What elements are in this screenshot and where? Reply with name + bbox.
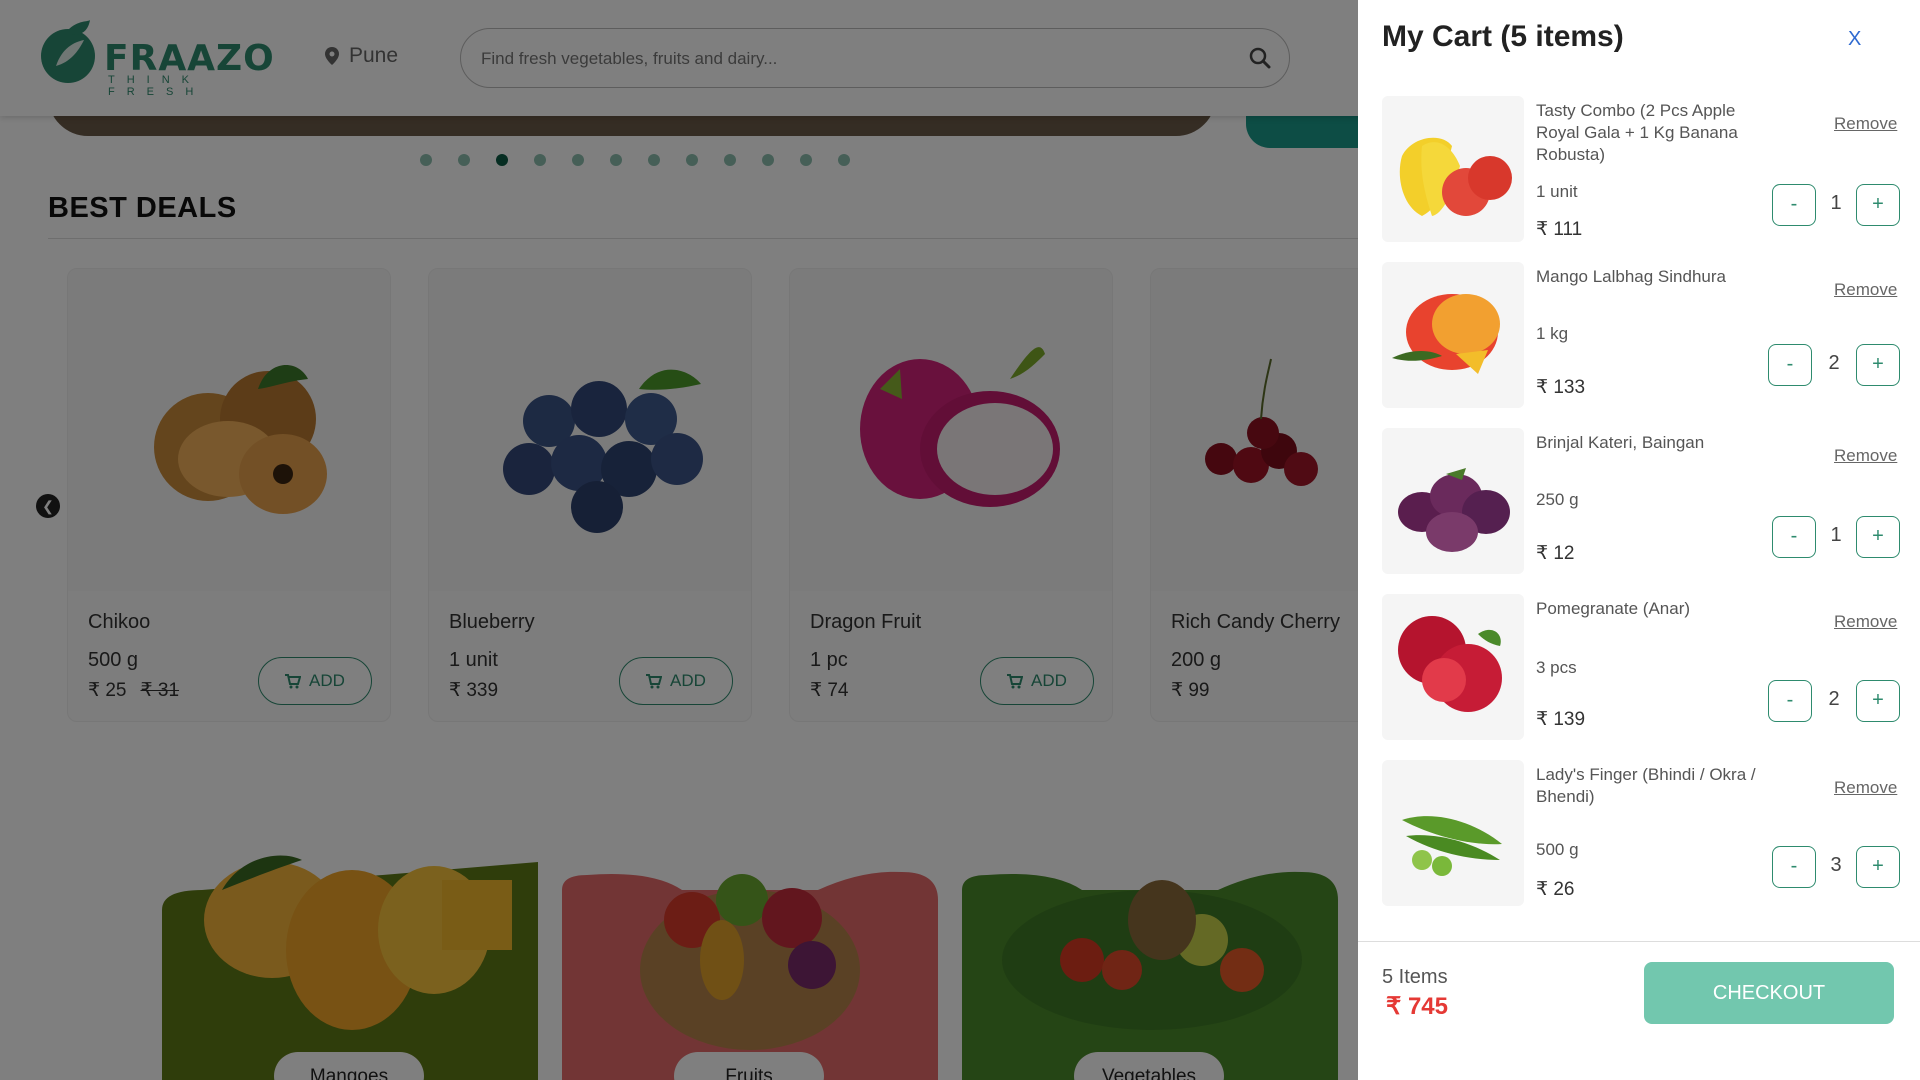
cart-item-price: ₹ 26 [1536,879,1575,900]
increase-button[interactable]: + [1856,516,1900,558]
decrease-button[interactable]: - [1772,846,1816,888]
cart-item-name: Mango Lalbhag Sindhura [1536,267,1726,286]
increase-button[interactable]: + [1856,846,1900,888]
cart-item-name: Lady's Finger (Bhindi / Okra / Bhendi) [1536,765,1756,806]
remove-button[interactable]: Remove [1834,778,1897,798]
cart-item-unit: 1 kg [1536,324,1569,343]
quantity-stepper: - 2 + [1768,344,1900,386]
increase-button[interactable]: + [1856,344,1900,386]
cart-total: ₹ 745 [1386,993,1448,1020]
increase-button[interactable]: + [1856,184,1900,226]
remove-button[interactable]: Remove [1834,114,1897,134]
increase-button[interactable]: + [1856,680,1900,722]
cart-item-price: ₹ 133 [1536,377,1586,398]
quantity-value: 2 [1828,688,1840,710]
cart-item-unit: 250 g [1536,490,1579,509]
quantity-stepper: - 3 + [1772,846,1900,888]
quantity-stepper: - 2 + [1768,680,1900,722]
quantity-value: 1 [1830,192,1842,214]
ladys-finger-image [1402,816,1502,876]
checkout-button[interactable]: CHECKOUT [1644,962,1894,1024]
cart-item: Mango Lalbhag Sindhura 1 kg ₹ 133 Remove… [1382,262,1902,410]
pomegranate-image [1398,616,1502,712]
quantity-value: 2 [1828,352,1840,374]
cart-drawer: My Cart (5 items) X Tasty Combo (2 Pcs A… [1358,0,1920,1080]
cart-item: Tasty Combo (2 Pcs Apple Royal Gala + 1 … [1382,96,1902,244]
quantity-stepper: - 1 + [1772,184,1900,226]
cart-item-name: Pomegranate (Anar) [1536,599,1691,618]
quantity-value: 3 [1830,854,1842,876]
cart-item-image [1382,760,1524,906]
cart-item-image [1382,594,1524,740]
cart-item-price: ₹ 111 [1536,219,1583,240]
cart-item-unit: 3 pcs [1536,658,1577,677]
cart-item-name: Brinjal Kateri, Baingan [1536,433,1705,452]
remove-button[interactable]: Remove [1834,280,1897,300]
cart-item: Pomegranate (Anar) 3 pcs ₹ 139 Remove - … [1382,594,1902,742]
close-icon[interactable]: X [1848,28,1861,51]
cart-item: Lady's Finger (Bhindi / Okra / Bhendi) 5… [1382,760,1902,908]
cart-item-image [1382,428,1524,574]
cart-title: My Cart (5 items) [1382,20,1624,53]
tasty-combo-image [1399,137,1512,216]
decrease-button[interactable]: - [1768,680,1812,722]
decrease-button[interactable]: - [1772,516,1816,558]
remove-button[interactable]: Remove [1834,446,1897,466]
cart-item-unit: 500 g [1536,840,1579,859]
quantity-value: 1 [1830,524,1842,546]
brinjal-image [1398,468,1510,552]
cart-item: Brinjal Kateri, Baingan 250 g ₹ 12 Remov… [1382,428,1902,576]
cart-item-price: ₹ 12 [1536,543,1575,564]
cart-item-count: 5 Items [1382,966,1448,988]
cart-item-image [1382,96,1524,242]
quantity-stepper: - 1 + [1772,516,1900,558]
footer-divider [1358,941,1920,942]
remove-button[interactable]: Remove [1834,612,1897,632]
cart-item-name: Tasty Combo (2 Pcs Apple Royal Gala + 1 … [1536,101,1738,164]
cart-item-unit: 1 unit [1536,182,1578,201]
cart-item-image [1382,262,1524,408]
cart-item-price: ₹ 139 [1536,709,1586,730]
decrease-button[interactable]: - [1772,184,1816,226]
mango-image [1392,294,1500,374]
decrease-button[interactable]: - [1768,344,1812,386]
